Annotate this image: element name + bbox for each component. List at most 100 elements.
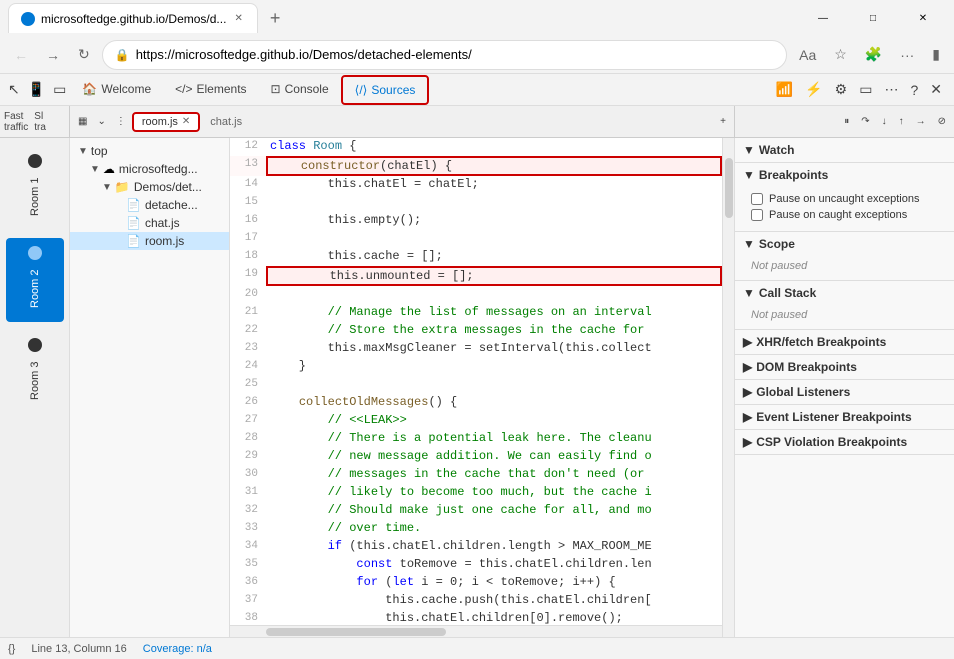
- more-button[interactable]: ···: [894, 43, 920, 67]
- read-aloud-button[interactable]: Aa: [793, 43, 822, 67]
- csp-header[interactable]: ▶ CSP Violation Breakpoints: [735, 430, 954, 454]
- settings-btn[interactable]: ⚙: [831, 77, 852, 102]
- source-chevron-down[interactable]: ⌄: [93, 112, 109, 131]
- right-panel-top: ⏸ ↷ ↓ ↑ → ⊘: [734, 106, 954, 137]
- step-into-btn[interactable]: ↓: [878, 112, 891, 131]
- new-source-tab-btn[interactable]: +: [716, 112, 730, 131]
- back-button[interactable]: ←: [8, 43, 34, 67]
- close-devtools-btn[interactable]: ✕: [926, 77, 946, 102]
- room-1-item[interactable]: Room 1: [6, 146, 64, 230]
- slow-traffic-tab[interactable]: Sltra: [34, 111, 46, 133]
- pause-uncaught-checkbox[interactable]: [751, 193, 763, 205]
- reload-button[interactable]: ↻: [72, 42, 96, 67]
- fast-traffic-tab[interactable]: Fasttraffic: [4, 111, 28, 133]
- scrollbar-thumb-v[interactable]: [725, 158, 733, 218]
- tree-top[interactable]: ▼ top: [70, 142, 229, 160]
- csp-section: ▶ CSP Violation Breakpoints: [735, 430, 954, 455]
- room-js-tab[interactable]: room.js ✕: [132, 112, 200, 132]
- code-line-18: 18 this.cache = [];: [230, 248, 722, 266]
- tab-close-button[interactable]: ✕: [232, 11, 244, 26]
- favorites-button[interactable]: ☆: [828, 42, 853, 67]
- rooms-panel: Room 1 Room 2 Room 3: [0, 138, 70, 637]
- source-more-btn[interactable]: ⋮: [112, 112, 130, 131]
- tab-bar: microsoftedge.github.io/Demos/d... ✕ +: [8, 3, 792, 33]
- room-3-dot: [28, 338, 42, 352]
- tab-sources[interactable]: ⟨/⟩ Sources: [341, 75, 430, 105]
- inspect-button[interactable]: ↖: [4, 77, 24, 102]
- vertical-scrollbar[interactable]: [722, 138, 734, 637]
- room-js-close[interactable]: ✕: [182, 116, 190, 127]
- rooms-top-tabs-area: Fasttraffic Sltra: [0, 106, 70, 137]
- browser-window: microsoftedge.github.io/Demos/d... ✕ + —…: [0, 0, 954, 659]
- coverage-text: Coverage: n/a: [143, 643, 212, 655]
- call-stack-status: Not paused: [735, 305, 954, 329]
- chat-js-tab[interactable]: chat.js: [202, 114, 250, 130]
- dom-breakpoints-header[interactable]: ▶ DOM Breakpoints: [735, 355, 954, 379]
- tree-room-js[interactable]: 📄 room.js: [70, 232, 229, 250]
- braces-icon: {}: [8, 643, 15, 655]
- code-line-17: 17: [230, 230, 722, 248]
- new-tab-button[interactable]: +: [262, 4, 289, 33]
- horizontal-scrollbar[interactable]: [230, 625, 722, 637]
- xhr-breakpoints-header[interactable]: ▶ XHR/fetch Breakpoints: [735, 330, 954, 354]
- help-btn[interactable]: ?: [906, 77, 922, 102]
- code-line-36: 36 for (let i = 0; i < toRemove; i++) {: [230, 574, 722, 592]
- maximize-button[interactable]: □: [850, 4, 896, 32]
- home-icon: 🏠: [82, 82, 97, 96]
- code-line-16: 16 this.empty();: [230, 212, 722, 230]
- step-over-btn[interactable]: ↷: [857, 112, 873, 131]
- wifi-icon-btn[interactable]: 📶: [772, 77, 797, 102]
- tree-label-chat-js: chat.js: [145, 216, 180, 230]
- room-1-label: Room 1: [28, 172, 42, 222]
- code-line-31: 31 // likely to become too much, but the…: [230, 484, 722, 502]
- address-bar[interactable]: 🔒: [102, 40, 787, 70]
- scrollbar-thumb-h[interactable]: [266, 628, 446, 636]
- room-3-label: Room 3: [28, 356, 42, 406]
- pause-caught-checkbox[interactable]: [751, 209, 763, 221]
- call-stack-header[interactable]: ▼ Call Stack: [735, 281, 954, 305]
- global-listeners-header[interactable]: ▶ Global Listeners: [735, 380, 954, 404]
- csp-arrow: ▶: [743, 435, 752, 449]
- favicon: [21, 12, 35, 26]
- pause-resume-btn[interactable]: ⏸: [840, 112, 853, 131]
- navigation-bar: ← → ↻ 🔒 Aa ☆ 🧩 ··· ▮: [0, 36, 954, 74]
- toggle-sidebar-button[interactable]: ▭: [49, 77, 70, 102]
- scope-section-header[interactable]: ▼ Scope: [735, 232, 954, 256]
- minimize-button[interactable]: —: [800, 4, 846, 32]
- pause-uncaught-row: Pause on uncaught exceptions: [751, 191, 946, 207]
- step-btn[interactable]: →: [912, 112, 930, 131]
- tree-demos[interactable]: ▼ 📁 Demos/det...: [70, 178, 229, 196]
- watch-section-header[interactable]: ▼ Watch: [735, 138, 954, 162]
- more-devtools-btn[interactable]: ⋯: [880, 77, 902, 102]
- scope-status: Not paused: [735, 256, 954, 280]
- forward-button[interactable]: →: [40, 43, 66, 67]
- device-button[interactable]: 📱: [24, 77, 49, 102]
- close-button[interactable]: ✕: [900, 4, 946, 32]
- breakpoints-section-header[interactable]: ▼ Breakpoints: [735, 163, 954, 187]
- tab-console[interactable]: ⊡ Console: [259, 76, 341, 104]
- tree-label-top: top: [91, 144, 108, 158]
- room-2-item[interactable]: Room 2: [6, 238, 64, 322]
- code-line-34: 34 if (this.chatEl.children.length > MAX…: [230, 538, 722, 556]
- code-line-25: 25: [230, 376, 722, 394]
- tree-chat-js[interactable]: 📄 chat.js: [70, 214, 229, 232]
- extensions-button[interactable]: 🧩: [859, 42, 888, 67]
- room-3-item[interactable]: Room 3: [6, 330, 64, 414]
- performance-icon-btn[interactable]: ⚡: [801, 77, 826, 102]
- tree-microsoftedge[interactable]: ▼ ☁ microsoftedg...: [70, 160, 229, 178]
- code-line-28: 28 // There is a potential leak here. Th…: [230, 430, 722, 448]
- tab-elements[interactable]: </> Elements: [163, 76, 258, 104]
- code-editor[interactable]: 12 class Room { 13 constructor(chatEl) {…: [230, 138, 722, 625]
- split-btn[interactable]: ▭: [855, 77, 876, 102]
- active-tab[interactable]: microsoftedge.github.io/Demos/d... ✕: [8, 3, 258, 33]
- global-listeners-section: ▶ Global Listeners: [735, 380, 954, 405]
- sidebar-button[interactable]: ▮: [926, 42, 946, 67]
- tree-detache[interactable]: 📄 detache...: [70, 196, 229, 214]
- source-sidebar-toggle[interactable]: ▦: [74, 112, 91, 131]
- deactivate-breakpoints-btn[interactable]: ⊘: [934, 112, 950, 131]
- step-out-btn[interactable]: ↑: [895, 112, 908, 131]
- tab-sources-label: Sources: [371, 83, 415, 97]
- tab-welcome[interactable]: 🏠 Welcome: [70, 76, 163, 104]
- event-listener-header[interactable]: ▶ Event Listener Breakpoints: [735, 405, 954, 429]
- url-input[interactable]: [136, 47, 774, 62]
